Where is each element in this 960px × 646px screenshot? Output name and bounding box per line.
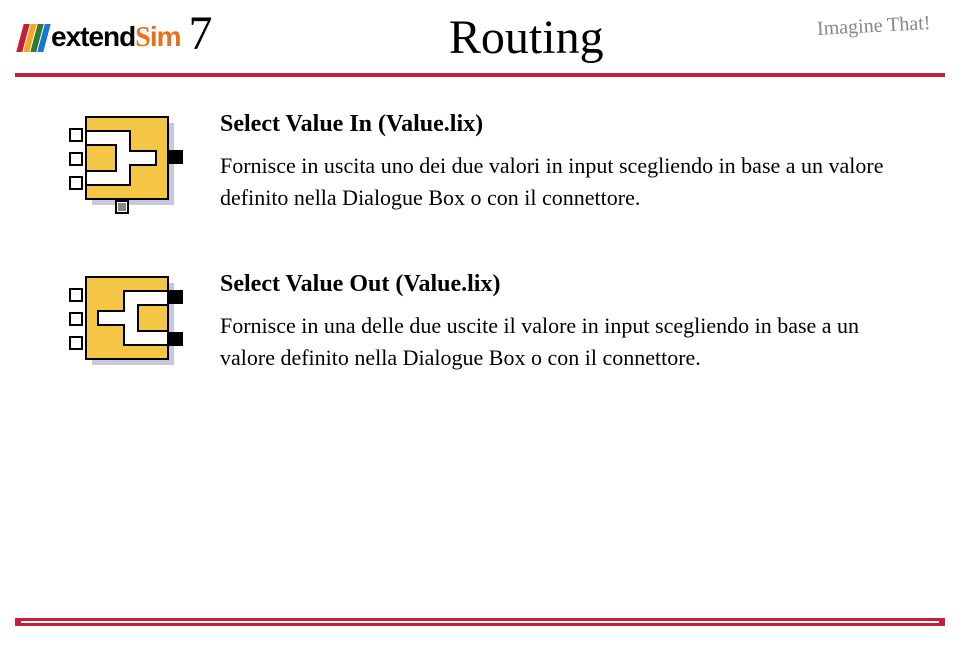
block-title-1: Select Value In (Value.lix)	[220, 111, 900, 138]
block-description-1: Fornisce in uscita uno dei due valori in…	[220, 150, 900, 214]
logo-bars-icon	[20, 24, 47, 52]
block-select-value-in: Select Value In (Value.lix) Fornisce in …	[60, 107, 900, 217]
logo-word-s: S	[135, 22, 150, 53]
block-select-value-out: Select Value Out (Value.lix) Fornisce in…	[60, 267, 900, 377]
logo-word-extend: extend	[51, 21, 135, 52]
block-title-2: Select Value Out (Value.lix)	[220, 271, 900, 298]
block-text-1: Select Value In (Value.lix) Fornisce in …	[220, 107, 900, 217]
footer-divider-inner	[21, 621, 939, 623]
footer-divider	[15, 618, 945, 626]
block-text-2: Select Value Out (Value.lix) Fornisce in…	[220, 267, 900, 377]
version-number: 7	[189, 6, 213, 61]
logo-word-im: im	[150, 21, 181, 52]
block-description-2: Fornisce in una delle due uscite il valo…	[220, 310, 900, 374]
content-area: Select Value In (Value.lix) Fornisce in …	[0, 77, 960, 447]
select-value-out-icon	[60, 267, 190, 377]
page-header: extendSim 7 Routing Imagine That!	[0, 0, 960, 65]
logo-text: extendSim	[51, 21, 181, 54]
extendsim-logo: extendSim	[20, 21, 181, 54]
select-value-in-icon	[60, 107, 190, 217]
